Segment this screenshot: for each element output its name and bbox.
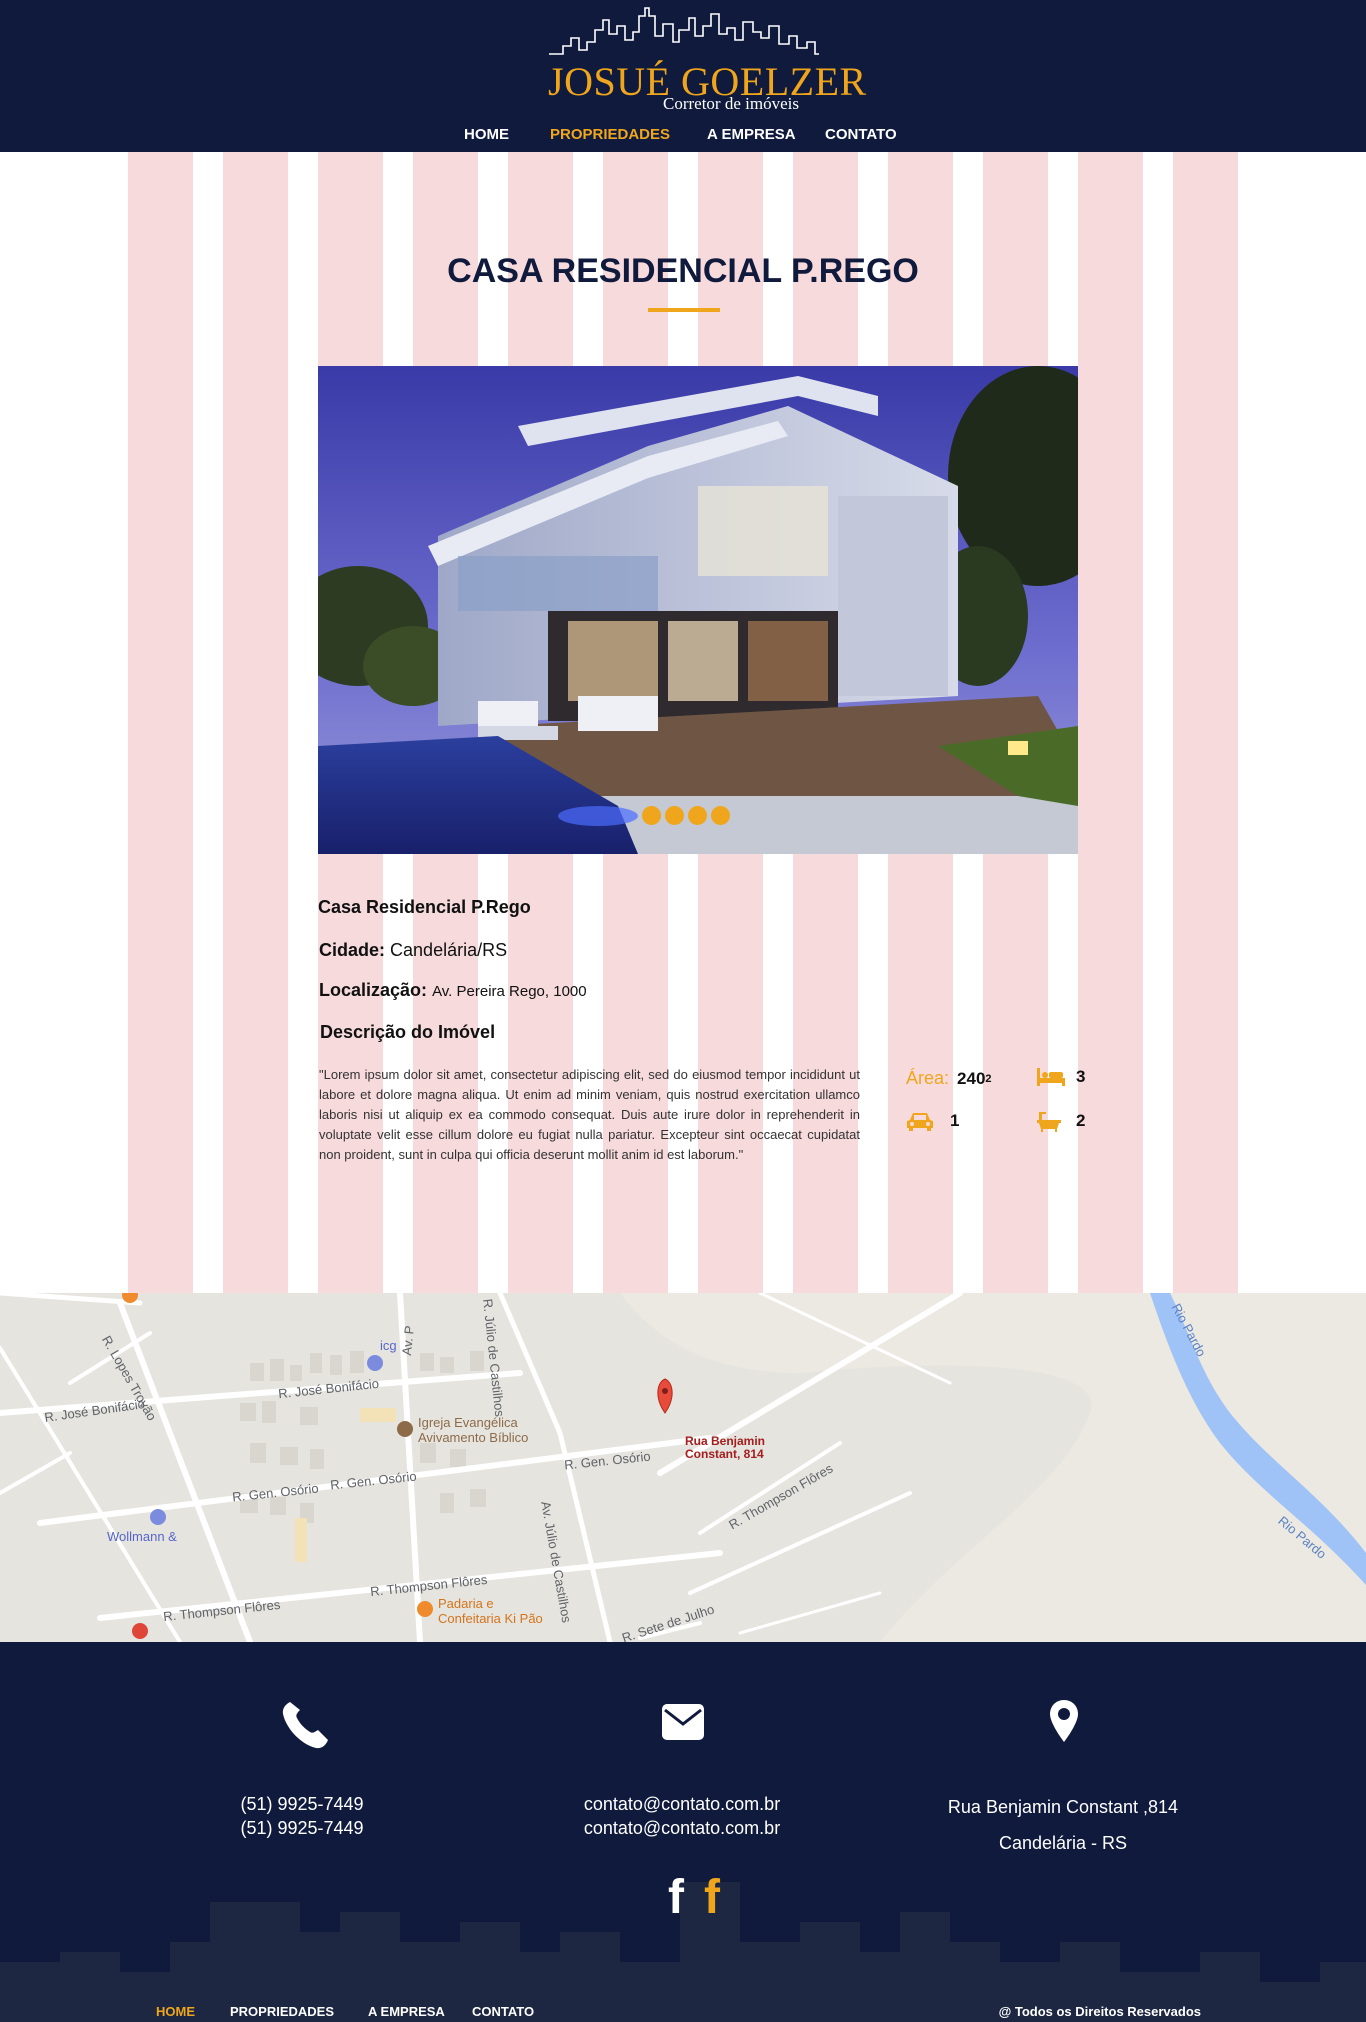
phone-icon <box>282 1702 328 1749</box>
property-photo-carousel[interactable] <box>318 366 1078 854</box>
area-feature: Área: 240 2 <box>906 1068 992 1089</box>
place-label: Wollmann & <box>107 1529 177 1544</box>
phone-number[interactable]: (51) 9925-7449 <box>202 1792 402 1816</box>
bathrooms-feature: 2 <box>1036 1110 1085 1132</box>
site-footer: (51) 9925-7449 (51) 9925-7449 contato@co… <box>0 1642 1366 2022</box>
site-header: JOSUÉ GOELZER Corretor de imóveis HOME P… <box>0 0 1366 152</box>
copyright-text: @ Todos os Direitos Reservados <box>998 2004 1201 2019</box>
description-text: "Lorem ipsum dolor sit amet, consectetur… <box>319 1067 860 1162</box>
place-label-padaria: Padaria e Confeitaria Ki Pão <box>438 1596 543 1626</box>
footer-nav-propriedades[interactable]: PROPRIEDADES <box>230 2004 334 2019</box>
map-pin-icon <box>1050 1700 1078 1742</box>
nav-contato[interactable]: CONTATO <box>825 126 897 143</box>
location-label: Localização: <box>319 980 428 1000</box>
map-pin-label: Rua Benjamin Constant, 814 <box>685 1435 765 1461</box>
address-line: Candelária - RS <box>998 1833 1128 1853</box>
parking-value: 1 <box>950 1111 960 1130</box>
description-title: Descrição do Imóvel <box>320 1022 496 1042</box>
bathrooms-value: 2 <box>1076 1111 1086 1130</box>
bathtub-icon <box>1037 1112 1061 1132</box>
bedrooms-feature: 3 <box>1036 1066 1085 1088</box>
property-name: Casa Residencial P.Rego <box>318 897 531 917</box>
page-title: CASA RESIDENCIAL P.REGO <box>447 252 919 290</box>
email-address[interactable]: contato@contato.com.br <box>552 1792 812 1816</box>
area-unit: 2 <box>985 1072 992 1085</box>
street-label: Av. P <box>398 1324 417 1357</box>
logo-subtitle: Corretor de imóveis <box>663 94 799 113</box>
carousel-dot[interactable] <box>688 806 707 825</box>
nav-propriedades[interactable]: PROPRIEDADES <box>550 126 670 143</box>
place-label-padaria-line1: Padaria e <box>438 1596 494 1611</box>
phone-block: (51) 9925-7449 (51) 9925-7449 <box>202 1792 402 1840</box>
place-label-padaria-line2: Confeitaria Ki Pão <box>438 1611 543 1626</box>
carousel-dot[interactable] <box>665 806 684 825</box>
carousel-dot[interactable] <box>642 806 661 825</box>
footer-nav-a-empresa[interactable]: A EMPRESA <box>368 2004 445 2019</box>
city-label: Cidade: <box>319 940 386 960</box>
parking-feature: 1 <box>906 1110 959 1132</box>
carousel-dots <box>642 806 730 825</box>
skyline-logo-icon <box>549 7 819 55</box>
facebook-icon[interactable]: f <box>704 1874 720 1922</box>
city-value: Candelária/RS <box>390 940 508 960</box>
bedrooms-value: 3 <box>1076 1067 1086 1086</box>
email-block: contato@contato.com.br contato@contato.c… <box>552 1792 812 1840</box>
nav-home[interactable]: HOME <box>464 126 509 143</box>
location-map[interactable]: Rua Benjamin Constant, 814 R. Lopes Trov… <box>0 1293 1366 1642</box>
title-underline <box>648 308 720 312</box>
footer-nav-contato[interactable]: CONTATO <box>472 2004 534 2019</box>
place-label-igreja: Igreja Evangélica Avivamento Bíblico <box>418 1415 528 1445</box>
site-logo[interactable]: JOSUÉ GOELZER Corretor de imóveis <box>543 6 866 113</box>
envelope-icon <box>662 1704 704 1740</box>
carousel-dot[interactable] <box>711 806 730 825</box>
area-label: Área: <box>906 1068 950 1088</box>
house-photo <box>318 366 1078 854</box>
property-section: CASA RESIDENCIAL P.REGO Casa Residencial… <box>0 152 1366 1293</box>
address-block: Rua Benjamin Constant ,814 Candelária - … <box>913 1789 1213 1861</box>
nav-a-empresa[interactable]: A EMPRESA <box>707 126 796 143</box>
city-row: Cidade: Candelária/RS <box>319 940 507 961</box>
facebook-icon[interactable]: f <box>668 1874 684 1922</box>
bed-icon <box>1037 1068 1065 1086</box>
place-label: icg <box>380 1338 397 1353</box>
footer-nav-home[interactable]: HOME <box>156 2004 195 2019</box>
car-icon <box>907 1113 933 1131</box>
area-value: 240 <box>957 1068 986 1088</box>
place-label-igreja-line2: Avivamento Bíblico <box>418 1430 529 1445</box>
location-row: Localização: Av. Pereira Rego, 1000 <box>319 980 587 1001</box>
location-value: Av. Pereira Rego, 1000 <box>432 983 587 1000</box>
phone-number[interactable]: (51) 9925-7449 <box>202 1816 402 1840</box>
map-pin-label-line2: Constant, 814 <box>685 1447 764 1461</box>
address-line: Rua Benjamin Constant ,814 <box>947 1797 1179 1817</box>
map-canvas <box>0 1293 1366 1642</box>
email-address[interactable]: contato@contato.com.br <box>552 1816 812 1840</box>
place-label-igreja-line1: Igreja Evangélica <box>418 1415 518 1430</box>
